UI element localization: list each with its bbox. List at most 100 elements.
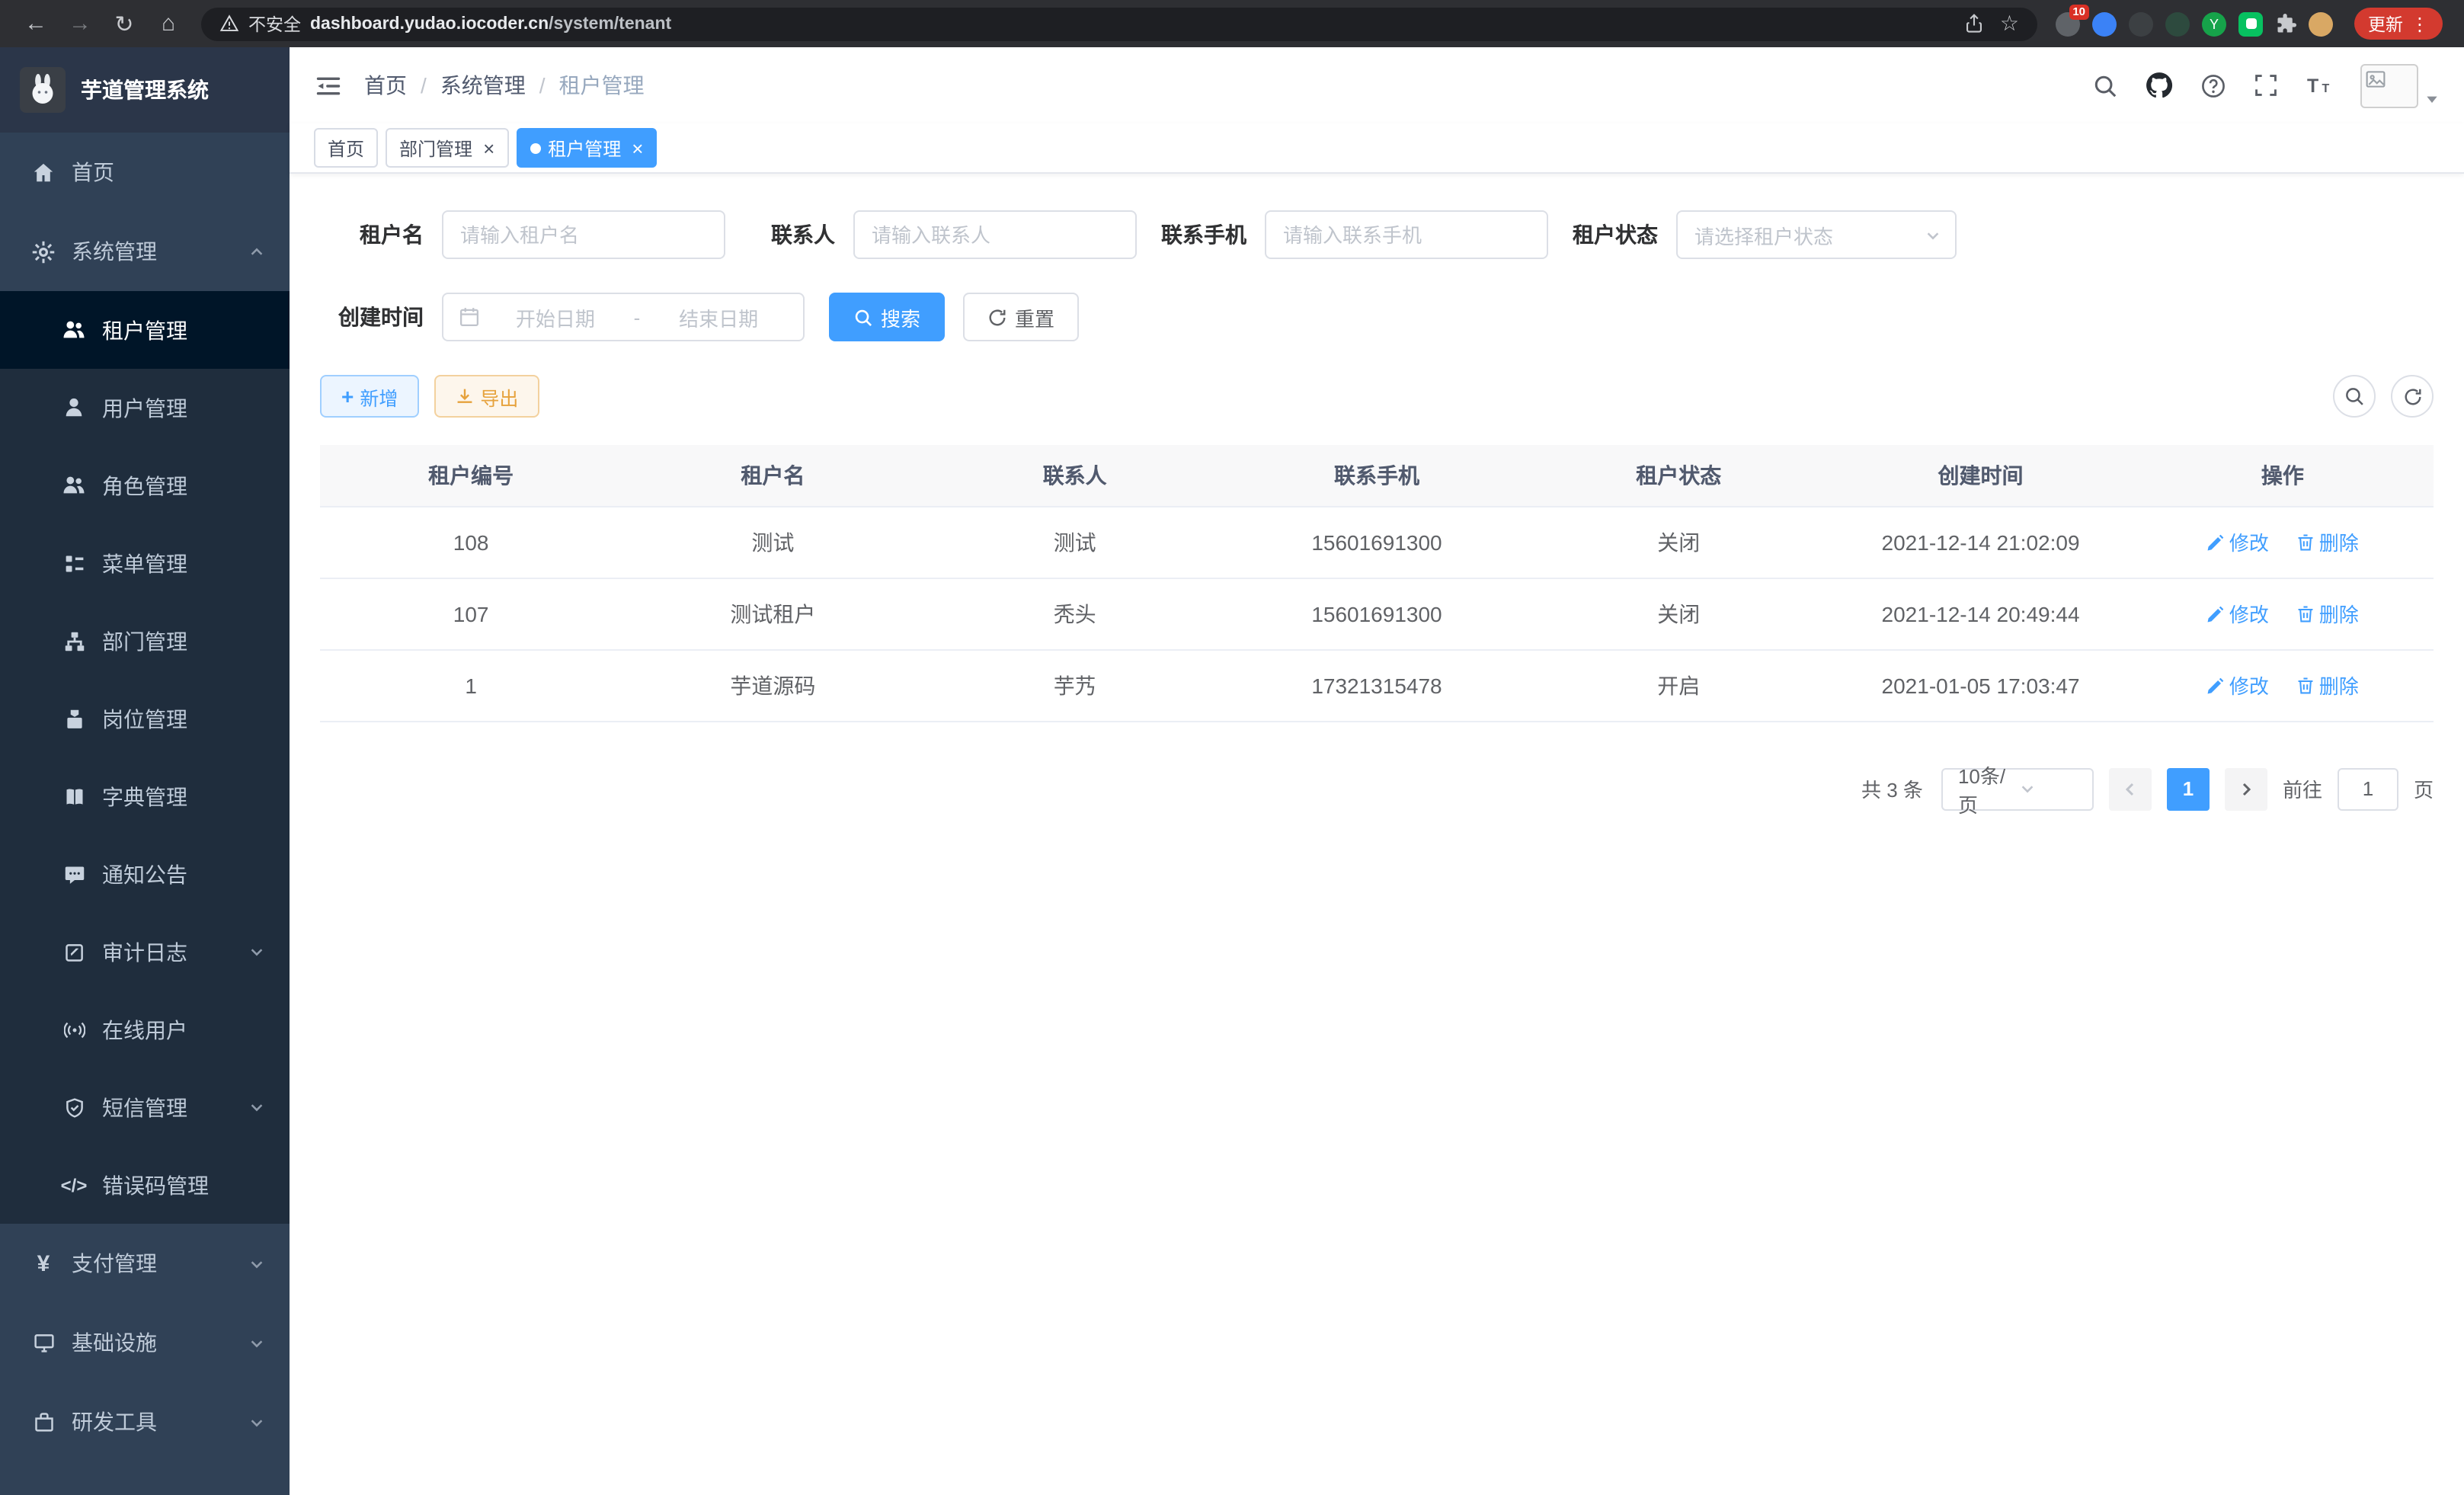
delete-button[interactable]: 删除 (2296, 599, 2359, 628)
sidebar-group-system[interactable]: 系统管理 (0, 212, 290, 291)
refresh-table-icon[interactable] (2391, 375, 2434, 418)
extension-icon[interactable] (2238, 11, 2263, 36)
sidebar-item-notice[interactable]: 通知公告 (0, 835, 290, 913)
toggle-search-icon[interactable] (2333, 375, 2376, 418)
fullscreen-icon[interactable] (2254, 73, 2278, 98)
profile-avatar-icon[interactable] (2309, 11, 2333, 36)
next-page-button[interactable] (2225, 767, 2267, 810)
export-button[interactable]: 导出 (434, 375, 539, 418)
sidebar-item-error-code[interactable]: </> 错误码管理 (0, 1146, 290, 1224)
tenant-name-input[interactable] (442, 210, 725, 259)
edit-button[interactable]: 修改 (2206, 527, 2269, 556)
edit-button[interactable]: 修改 (2206, 671, 2269, 699)
sidebar-group-sms[interactable]: 短信管理 (0, 1068, 290, 1146)
table-toolbar: + 新增 导出 (320, 375, 2434, 418)
tenant-status-select[interactable]: 请选择租户状态 (1676, 210, 1957, 259)
browser-back-icon[interactable]: ← (15, 5, 56, 42)
extension-icon[interactable] (2165, 11, 2190, 36)
help-question-icon[interactable] (2200, 72, 2226, 98)
share-icon[interactable] (1965, 14, 1985, 34)
search-button[interactable]: 搜索 (829, 293, 945, 341)
chevron-down-icon (248, 1099, 265, 1116)
active-dot-icon (530, 142, 540, 153)
tab-home[interactable]: 首页 (314, 128, 378, 168)
goto-label: 前往 (2283, 774, 2322, 803)
sidebar-item-home[interactable]: 首页 (0, 133, 290, 212)
sidebar-item-role[interactable]: 角色管理 (0, 447, 290, 524)
chevron-up-icon (248, 243, 265, 260)
tab-tenant[interactable]: 租户管理 × (516, 128, 657, 168)
edit-button[interactable]: 修改 (2206, 599, 2269, 628)
caret-down-icon (2424, 91, 2440, 106)
app-logo[interactable]: 芋道管理系统 (0, 47, 290, 133)
devtool-icon (30, 1411, 56, 1433)
sidebar-group-audit-log[interactable]: 审计日志 (0, 913, 290, 991)
extensions-puzzle-icon[interactable] (2275, 13, 2296, 34)
sidebar-item-dict[interactable]: 字典管理 (0, 757, 290, 835)
chevron-down-icon (248, 943, 265, 960)
browser-chrome: ← → ↻ ⌂ 不安全 dashboard.yudao.iocoder.cn/s… (0, 0, 2464, 47)
font-size-icon[interactable]: TT (2306, 73, 2333, 98)
create-time-range-picker[interactable]: 开始日期 - 结束日期 (442, 293, 805, 341)
tab-dept[interactable]: 部门管理 × (386, 128, 508, 168)
filter-status: 租户状态 请选择租户状态 (1554, 210, 1957, 259)
kebab-menu-icon[interactable]: ⋮ (2411, 13, 2429, 34)
goto-page-input[interactable] (2338, 767, 2398, 810)
bookmark-star-icon[interactable]: ☆ (2000, 11, 2019, 37)
sms-icon (61, 1096, 87, 1118)
user-avatar[interactable] (2360, 63, 2440, 107)
delete-button[interactable]: 删除 (2296, 671, 2359, 699)
table-row: 107 测试租户 秃头 15601691300 关闭 2021-12-14 20… (320, 578, 2434, 649)
breadcrumb-home[interactable]: 首页 (364, 70, 407, 101)
search-form: 租户名 联系人 联系手机 租户状态 (320, 174, 2434, 341)
phone-input[interactable] (1265, 210, 1548, 259)
extension-icon[interactable] (2092, 11, 2117, 36)
extension-icon[interactable]: 10 (2056, 11, 2080, 36)
filter-tenant-name: 租户名 (320, 210, 725, 259)
filter-phone: 联系手机 (1143, 210, 1548, 259)
page-number-1[interactable]: 1 (2167, 767, 2210, 810)
sidebar-group-infra[interactable]: 基础设施 (0, 1303, 290, 1382)
sidebar-toggle-icon[interactable] (314, 71, 343, 100)
breadcrumb-system[interactable]: 系统管理 (440, 70, 526, 101)
calendar-icon (459, 306, 480, 328)
dict-icon (61, 786, 87, 807)
pay-icon: ¥ (30, 1250, 56, 1276)
add-button[interactable]: + 新增 (320, 375, 419, 418)
close-icon[interactable]: × (632, 138, 643, 158)
svg-text:T: T (2322, 82, 2330, 95)
tags-view-bar: 首页 部门管理 × 租户管理 × (290, 123, 2464, 174)
prev-page-button[interactable] (2109, 767, 2152, 810)
sidebar-item-online-user[interactable]: 在线用户 (0, 991, 290, 1068)
browser-home-icon[interactable]: ⌂ (148, 5, 189, 42)
page-content: 租户名 联系人 联系手机 租户状态 (290, 174, 2464, 1495)
contact-input[interactable] (853, 210, 1137, 259)
sidebar-group-devtools[interactable]: 研发工具 (0, 1382, 290, 1461)
header-search-icon[interactable] (2092, 72, 2118, 98)
page-suffix: 页 (2414, 774, 2434, 803)
delete-button[interactable]: 删除 (2296, 527, 2359, 556)
extension-icon[interactable] (2129, 11, 2153, 36)
github-icon[interactable] (2146, 72, 2173, 99)
reset-button[interactable]: 重置 (963, 293, 1079, 341)
dept-icon (61, 630, 87, 651)
security-label[interactable]: 不安全 (248, 11, 301, 36)
sidebar-item-user[interactable]: 用户管理 (0, 369, 290, 447)
sidebar-item-tenant[interactable]: 租户管理 (0, 291, 290, 369)
close-icon[interactable]: × (483, 138, 494, 158)
breadcrumb-current: 租户管理 (559, 70, 645, 101)
sidebar-item-menu[interactable]: 菜单管理 (0, 524, 290, 602)
browser-forward-icon[interactable]: → (59, 5, 101, 42)
system-submenu: 租户管理 用户管理 角色管理 (0, 291, 290, 1224)
address-bar[interactable]: 不安全 dashboard.yudao.iocoder.cn/system/te… (201, 7, 2037, 40)
svg-text:T: T (2307, 75, 2318, 97)
extension-icon[interactable]: Y (2202, 11, 2226, 36)
page-size-select[interactable]: 10条/页 (1941, 767, 2094, 810)
status-text: 开启 (1528, 649, 1829, 721)
sidebar-item-post[interactable]: 岗位管理 (0, 680, 290, 757)
browser-refresh-icon[interactable]: ↻ (104, 5, 145, 42)
chevron-down-icon (1925, 226, 1941, 243)
sidebar-group-payment[interactable]: ¥ 支付管理 (0, 1224, 290, 1303)
sidebar-item-dept[interactable]: 部门管理 (0, 602, 290, 680)
browser-update-button[interactable]: 更新⋮ (2354, 8, 2443, 40)
